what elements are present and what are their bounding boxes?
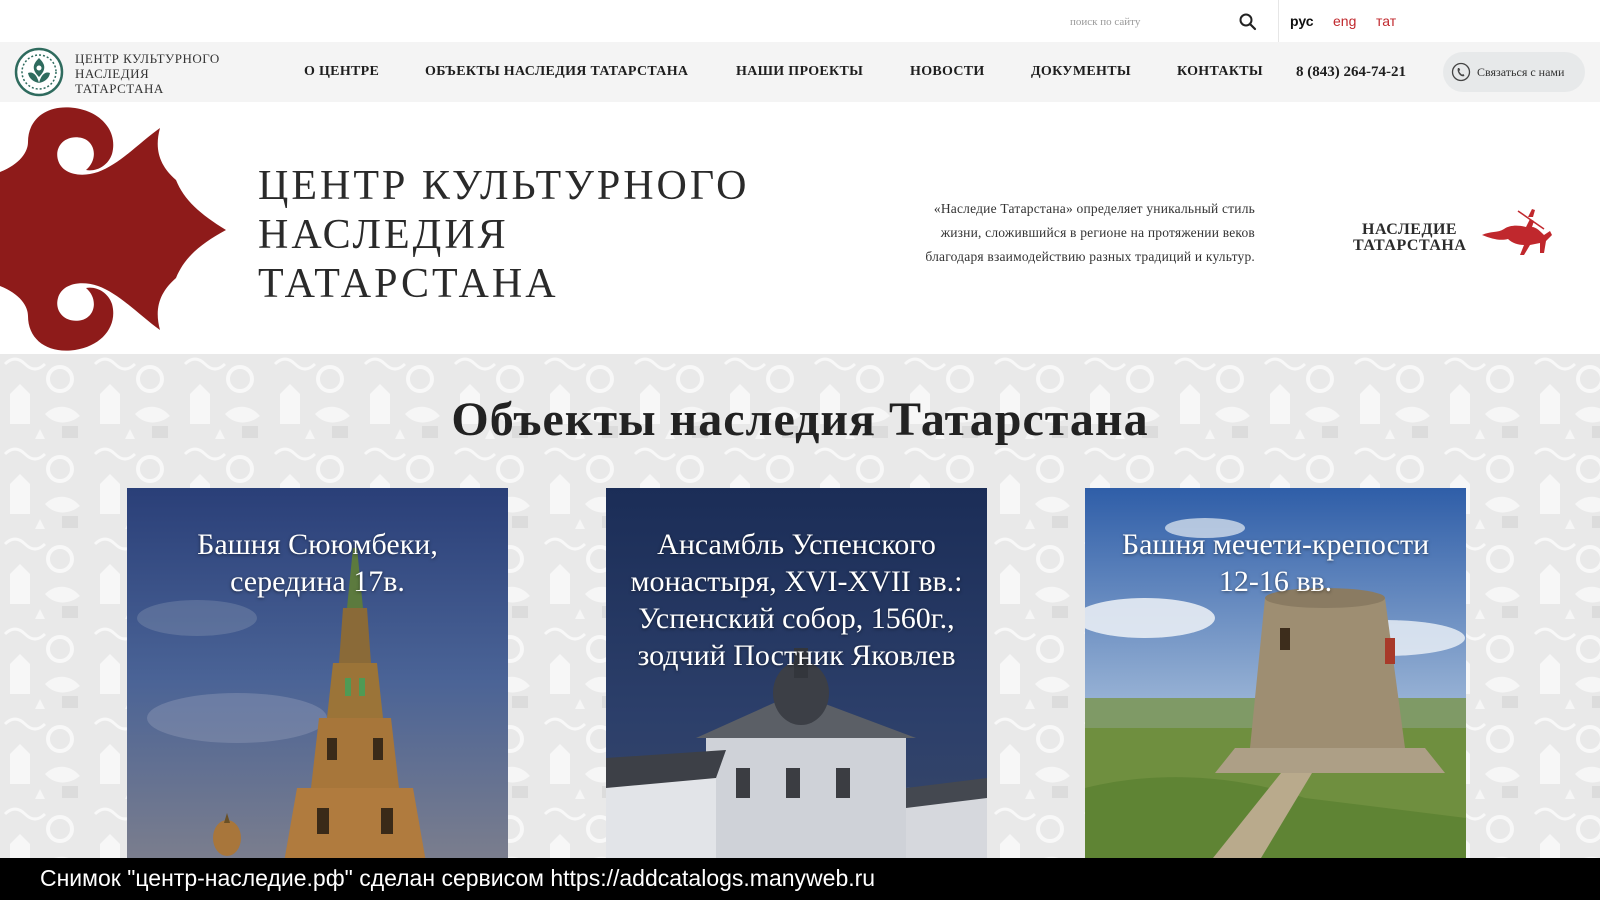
search-icon[interactable] [1238,12,1258,32]
contact-us-button[interactable]: Связаться с нами [1443,52,1585,92]
heritage-tatarstan-logo[interactable]: НАСЛЕДИЕ ТАТАРСТАНА [1350,205,1555,265]
card-caption: Башня мечети-крепости 12-16 вв. [1121,528,1430,598]
description-line: «Наследие Татарстана» определяет уникаль… [933,201,1255,216]
lang-rus-link[interactable]: рус [1290,13,1314,29]
contact-label: Связаться с нами [1477,64,1565,79]
phone-icon [1451,62,1471,82]
hero-title-line: НАСЛЕДИЯ [258,212,509,258]
section-title: Объекты наследия Татарстана [451,393,1149,446]
phone-link[interactable]: 8 (843) 264-74-21 [1296,64,1406,81]
description-line: благодаря взаимодействию разных традиций… [925,249,1255,264]
hero-title-line: ЦЕНТР КУЛЬТУРНОГО [258,163,750,209]
hero-title: ЦЕНТР КУЛЬТУРНОГО НАСЛЕДИЯ ТАТАРСТАНА [258,162,749,309]
top-utility-bar: рус eng тат [0,0,1600,42]
nav-about[interactable]: О ЦЕНТРЕ [304,64,379,80]
center-emblem-icon[interactable] [14,47,64,97]
search-input[interactable] [1070,10,1230,34]
card-caption: Башня Сююмбеки, середина 17в. [197,528,438,598]
heritage-objects-section: Объекты наследия Татарстана Башня Сююмбе… [0,354,1600,858]
lang-tat-link[interactable]: тат [1376,13,1396,29]
screenshot-watermark-bar: Снимок "центр-наследие.рф" сделан сервис… [0,858,1600,900]
hero-banner: ЦЕНТР КУЛЬТУРНОГО НАСЛЕДИЯ ТАТАРСТАНА «Н… [0,102,1600,354]
nav-news[interactable]: НОВОСТИ [910,64,985,80]
nav-projects[interactable]: НАШИ ПРОЕКТЫ [736,64,863,80]
nav-documents[interactable]: ДОКУМЕНТЫ [1031,64,1131,80]
card-caption: Ансамбль Успенского монастыря, XVI-XVII … [630,528,963,672]
red-ornament [0,107,226,351]
hero-description: «Наследие Татарстана» определяет уникаль… [855,197,1255,269]
nav-heritage-objects[interactable]: ОБЪЕКТЫ НАСЛЕДИЯ ТАТАРСТАНА [425,64,688,80]
logo-text[interactable]: ЦЕНТР КУЛЬТУРНОГО НАСЛЕДИЯ ТАТАРСТАНА [75,51,220,96]
logo-line: НАСЛЕДИЯ [75,66,150,81]
heritage-card-fortress-tower[interactable]: Башня мечети-крепости 12-16 вв. [1085,488,1466,858]
description-line: жизни, сложившийся в регионе на протяжен… [940,225,1255,240]
heritage-card-suyumbike[interactable]: Башня Сююмбеки, середина 17в. [127,488,508,858]
divider [1278,0,1279,42]
main-navbar: ЦЕНТР КУЛЬТУРНОГО НАСЛЕДИЯ ТАТАРСТАНА О … [0,42,1600,102]
horseman-icon [1482,209,1552,255]
brand-line: ТАТАРСТАНА [1353,237,1467,254]
nav-contacts[interactable]: КОНТАКТЫ [1177,64,1263,80]
lang-eng-link[interactable]: eng [1333,13,1356,29]
heritage-card-assumption-monastery[interactable]: Ансамбль Успенского монастыря, XVI-XVII … [606,488,987,858]
logo-line: ТАТАРСТАНА [75,81,164,96]
screenshot-note: Снимок "центр-наследие.рф" сделан сервис… [40,865,876,891]
site-search [1070,10,1260,34]
logo-line: ЦЕНТР КУЛЬТУРНОГО [75,51,220,66]
hero-title-line: ТАТАРСТАНА [258,261,559,307]
